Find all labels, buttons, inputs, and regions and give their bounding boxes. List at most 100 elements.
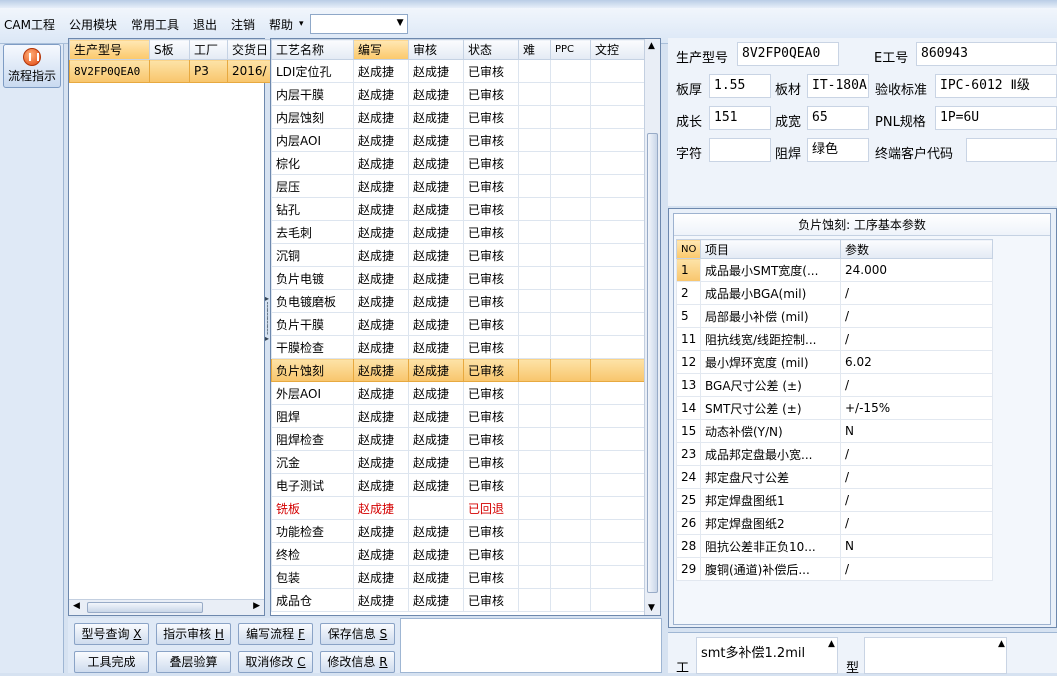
process-row[interactable]: 层压 赵成捷 赵成捷 已审核: [271, 174, 646, 198]
col-s-header[interactable]: S板: [149, 39, 190, 60]
mask-field[interactable]: 绿色: [807, 138, 869, 162]
col-writer[interactable]: 编写: [353, 39, 409, 60]
notes-textbox-2[interactable]: [864, 637, 1007, 674]
model-query-button[interactable]: 型号查询 X: [74, 623, 149, 645]
process-ppc: [550, 565, 591, 589]
process-row[interactable]: 内层蚀刻 赵成捷 赵成捷 已审核: [271, 105, 646, 129]
process-row[interactable]: 负片干膜 赵成捷 赵成捷 已审核: [271, 312, 646, 336]
process-row[interactable]: 内层干膜 赵成捷 赵成捷 已审核: [271, 82, 646, 106]
chevron-down-icon[interactable]: ▼: [397, 18, 404, 28]
menu-help[interactable]: 帮助: [269, 16, 293, 33]
scroll-thumb[interactable]: [87, 602, 203, 613]
col-process-name[interactable]: 工艺名称: [271, 39, 354, 60]
process-row[interactable]: 铣板 赵成捷 已回退: [271, 496, 646, 520]
process-row[interactable]: 负电镀磨板 赵成捷 赵成捷 已审核: [271, 289, 646, 313]
menu-logout[interactable]: 注销: [231, 16, 255, 33]
col-reviewer[interactable]: 审核: [408, 39, 464, 60]
arrow-left-icon[interactable]: ◀: [73, 601, 80, 611]
param-row[interactable]: 26 邦定焊盘图纸2/: [676, 511, 993, 535]
process-row[interactable]: 负片电镀 赵成捷 赵成捷 已审核: [271, 266, 646, 290]
chevron-down-icon[interactable]: ▾: [299, 19, 304, 29]
process-doc-control: [590, 128, 646, 152]
process-row[interactable]: 阻焊 赵成捷 赵成捷 已审核: [271, 404, 646, 428]
col-factory-header[interactable]: 工厂: [189, 39, 228, 60]
process-writer: 赵成捷: [353, 450, 409, 474]
col-item[interactable]: 项目: [700, 239, 841, 259]
process-row[interactable]: 电子测试 赵成捷 赵成捷 已审核: [271, 473, 646, 497]
customer-field[interactable]: [966, 138, 1057, 162]
thickness-field[interactable]: 1.55: [709, 74, 771, 98]
process-row[interactable]: 钻孔 赵成捷 赵成捷 已审核: [271, 197, 646, 221]
col-no[interactable]: NO: [676, 239, 701, 259]
arrow-down-icon[interactable]: ▼: [648, 603, 655, 613]
param-row[interactable]: 23 成品邦定盘最小宽... /: [676, 442, 993, 466]
order-hscrollbar[interactable]: ◀ ▶: [69, 599, 264, 615]
process-row[interactable]: 包装 赵成捷 赵成捷 已审核: [271, 565, 646, 589]
chevron-up-icon[interactable]: ▲: [828, 639, 835, 649]
param-row[interactable]: 15 动态补偿(Y/N) N: [676, 419, 993, 443]
process-row[interactable]: 内层AOI 赵成捷 赵成捷 已审核: [271, 128, 646, 152]
menu-combo-box[interactable]: ▼: [309, 14, 408, 34]
eno-field[interactable]: 860943: [916, 42, 1057, 66]
param-row[interactable]: 1 成品最小SMT宽度(... 24.000: [676, 258, 993, 282]
process-row[interactable]: 外层AOI 赵成捷 赵成捷 已审核: [271, 381, 646, 405]
arrow-up-icon[interactable]: ▲: [648, 41, 655, 51]
process-row[interactable]: 功能检查 赵成捷 赵成捷 已审核: [271, 519, 646, 543]
edit-info-button[interactable]: 修改信息 R: [320, 651, 395, 673]
scroll-thumb[interactable]: [647, 133, 658, 593]
menu-tools[interactable]: 常用工具: [131, 16, 179, 33]
menu-common-module[interactable]: 公用模块: [69, 16, 117, 33]
write-flow-button[interactable]: 编写流程 F: [238, 623, 313, 645]
process-row[interactable]: 干膜检查 赵成捷 赵成捷 已审核: [271, 335, 646, 359]
stack-check-button[interactable]: 叠层验算: [156, 651, 231, 673]
process-row[interactable]: 终检 赵成捷 赵成捷 已审核: [271, 542, 646, 566]
chevron-up-icon[interactable]: ▲: [998, 639, 1005, 649]
param-row[interactable]: 29 腹铜(通道)补偿后... /: [676, 557, 993, 581]
process-row[interactable]: 去毛刺 赵成捷 赵成捷 已审核: [271, 220, 646, 244]
menu-exit[interactable]: 退出: [193, 16, 217, 33]
col-doc-control[interactable]: 文控: [590, 39, 646, 60]
width-field[interactable]: 65: [807, 106, 869, 130]
param-row[interactable]: 28 阻抗公差非正负10... N: [676, 534, 993, 558]
material-field[interactable]: IT-180A: [807, 74, 869, 98]
menu-cam[interactable]: CAM工程: [4, 16, 55, 33]
process-reviewer: 赵成捷: [408, 105, 464, 129]
process-name: 负电镀磨板: [271, 289, 354, 313]
process-row[interactable]: 沉金 赵成捷 赵成捷 已审核: [271, 450, 646, 474]
notes-textbox[interactable]: smt多补偿1.2mil: [696, 637, 838, 674]
arrow-right-icon[interactable]: ▶: [253, 601, 260, 611]
col-status[interactable]: 状态: [463, 39, 519, 60]
param-row[interactable]: 12 最小焊环宽度 (mil) 6.02: [676, 350, 993, 374]
process-row[interactable]: 棕化 赵成捷 赵成捷 已审核: [271, 151, 646, 175]
char-label: 字符: [676, 147, 703, 162]
process-row[interactable]: 负片蚀刻 赵成捷 赵成捷 已审核: [271, 358, 646, 382]
process-vscrollbar[interactable]: ▲ ▼: [644, 39, 660, 615]
param-row[interactable]: 14 SMT尺寸公差 (±) +/-15%: [676, 396, 993, 420]
param-row[interactable]: 2 成品最小BGA(mil) /: [676, 281, 993, 305]
process-row[interactable]: 阻焊检查 赵成捷 赵成捷 已审核: [271, 427, 646, 451]
param-row[interactable]: 5 局部最小补偿 (mil) /: [676, 304, 993, 328]
char-field[interactable]: [709, 138, 771, 162]
col-value[interactable]: 参数: [840, 239, 993, 259]
param-row[interactable]: 11 阻抗线宽/线距控制... /: [676, 327, 993, 351]
save-info-button[interactable]: 保存信息 S: [320, 623, 395, 645]
col-model-header[interactable]: 生产型号: [69, 39, 150, 60]
param-row[interactable]: 25 邦定焊盘图纸1/: [676, 488, 993, 512]
process-doc-control: [590, 197, 646, 221]
pnl-field[interactable]: 1P=6U: [935, 106, 1057, 130]
order-row[interactable]: 8V2FP0QEA0 P3 2016/: [69, 59, 284, 83]
param-row[interactable]: 13 BGA尺寸公差 (±) /: [676, 373, 993, 397]
length-field[interactable]: 151: [709, 106, 771, 130]
standard-field[interactable]: IPC-6012 Ⅱ级: [935, 74, 1057, 98]
process-row[interactable]: LDI定位孔 赵成捷 赵成捷 已审核: [271, 59, 646, 83]
process-row[interactable]: 成品仓 赵成捷 赵成捷 已审核: [271, 588, 646, 612]
flow-guide-button[interactable]: 流程指示: [3, 44, 61, 88]
model-field[interactable]: 8V2FP0QEA0: [737, 42, 839, 66]
cancel-edit-button[interactable]: 取消修改 C: [238, 651, 313, 673]
process-row[interactable]: 沉铜 赵成捷 赵成捷 已审核: [271, 243, 646, 267]
tool-complete-button[interactable]: 工具完成: [74, 651, 149, 673]
col-difficulty[interactable]: 难: [518, 39, 551, 60]
col-ppc[interactable]: PPC: [550, 39, 591, 60]
guide-review-button[interactable]: 指示审核 H: [156, 623, 231, 645]
param-row[interactable]: 24 邦定盘尺寸公差 /: [676, 465, 993, 489]
